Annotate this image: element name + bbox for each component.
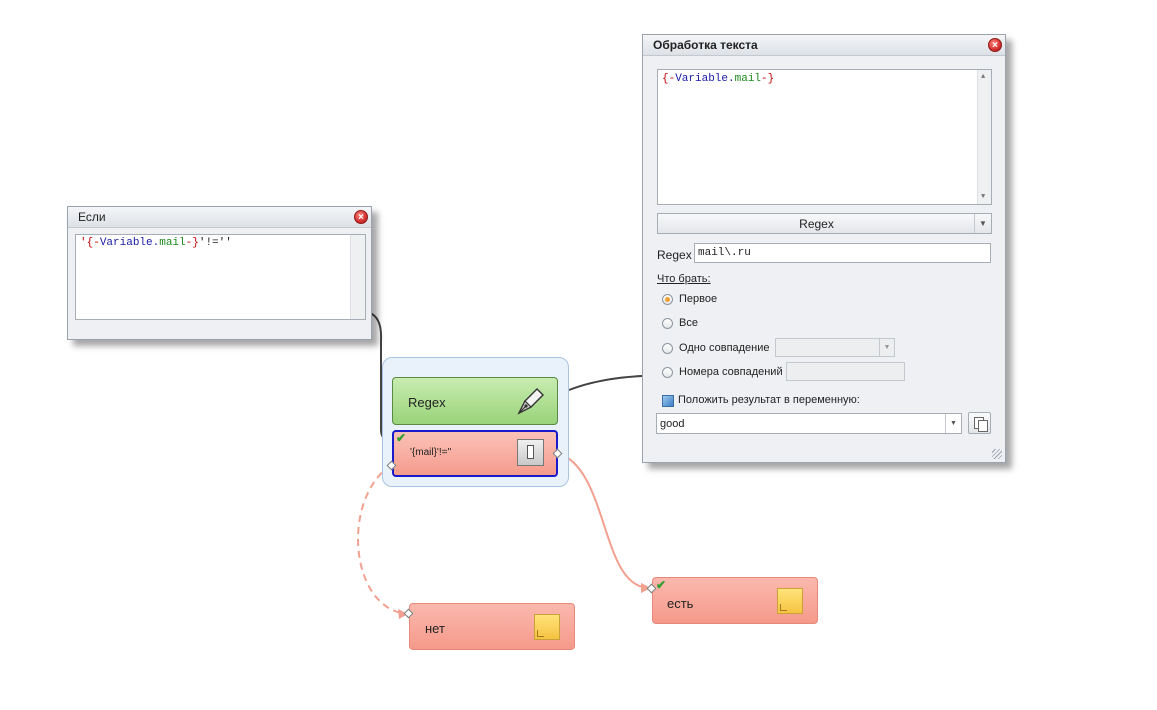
no-node[interactable]: нет <box>409 603 575 650</box>
mode-select[interactable]: Regex ▼ <box>657 213 992 234</box>
condition-editor-scrollbar[interactable] <box>350 235 365 319</box>
expr-open: {- <box>86 237 100 249</box>
radio-match-numbers[interactable] <box>662 367 673 378</box>
regex-input[interactable]: mail\.ru <box>694 243 991 263</box>
regex-node[interactable]: Regex <box>392 377 558 425</box>
condition-node[interactable]: ✔ '{mail}'!='' <box>392 430 558 477</box>
what-take-label: Что брать: <box>657 273 711 285</box>
condition-node-label: '{mail}'!='' <box>410 447 452 458</box>
chevron-down-icon[interactable]: ▼ <box>974 214 991 233</box>
condition-expression: '{-Variable.mail-}'!='' <box>76 235 365 251</box>
resize-grip-icon[interactable] <box>992 449 1002 459</box>
result-variable-combo[interactable]: good ▼ <box>656 413 962 434</box>
note-icon <box>777 588 803 614</box>
mode-select-value: Regex <box>799 217 834 231</box>
input-variable: Variable <box>675 73 729 85</box>
scroll-down-icon[interactable]: ▼ <box>981 193 985 201</box>
condition-expression-editor[interactable]: '{-Variable.mail-}'!='' <box>75 234 366 320</box>
copy-button[interactable] <box>968 412 991 434</box>
scroll-up-icon[interactable]: ▲ <box>981 73 985 81</box>
put-result-label: Положить результат в переменную: <box>678 394 860 406</box>
no-node-label: нет <box>425 621 445 636</box>
link-no-branch <box>357 464 409 615</box>
match-numbers-input[interactable] <box>786 362 905 381</box>
input-open: {- <box>662 73 676 85</box>
close-icon[interactable]: × <box>354 210 368 224</box>
link-yes-branch <box>557 452 652 590</box>
copy-icon-back <box>978 420 988 432</box>
text-processing-panel: Обработка текста × {-Variable.mail-} ▲ ▼… <box>642 34 1006 463</box>
regex-label: Regex <box>657 248 692 262</box>
check-icon: ✔ <box>396 431 407 445</box>
check-icon: ✔ <box>656 578 667 592</box>
yes-node[interactable]: ✔ есть <box>652 577 818 624</box>
input-mail: mail <box>734 73 762 85</box>
link-group-to-text-panel <box>568 375 643 391</box>
radio-match-numbers-label: Номера совпадений <box>679 366 783 378</box>
expr-quote: ' <box>80 237 87 249</box>
text-processing-title: Обработка текста <box>643 35 1005 56</box>
radio-all-label: Все <box>679 317 698 329</box>
pen-icon <box>517 388 544 415</box>
text-input-scrollbar[interactable]: ▲ ▼ <box>977 70 991 204</box>
condition-panel-title: Если <box>68 207 371 228</box>
close-icon[interactable]: × <box>988 38 1002 52</box>
radio-first-label: Первое <box>679 293 718 305</box>
regex-value: mail\.ru <box>698 247 751 259</box>
regex-node-label: Regex <box>408 395 446 410</box>
put-result-checkbox[interactable] <box>662 395 674 407</box>
chevron-down-icon[interactable]: ▼ <box>945 414 961 433</box>
expr-variable: Variable <box>99 237 153 249</box>
text-input-content: {-Variable.mail-} <box>658 70 991 88</box>
chevron-down-icon[interactable]: ▼ <box>879 339 894 356</box>
result-variable-value: good <box>660 418 685 430</box>
one-match-select[interactable]: ▼ <box>775 338 895 357</box>
note-icon <box>534 614 560 640</box>
switch-icon <box>517 439 544 466</box>
expr-close: -} <box>185 237 199 249</box>
expr-tail: '!='' <box>198 237 232 249</box>
input-dot: . <box>728 73 735 85</box>
expr-mail: mail <box>159 237 186 249</box>
yes-node-label: есть <box>667 596 694 611</box>
input-close: -} <box>761 73 775 85</box>
text-input-editor[interactable]: {-Variable.mail-} ▲ ▼ <box>657 69 992 205</box>
condition-panel: Если × '{-Variable.mail-}'!='' <box>67 206 372 340</box>
radio-one-match-label: Одно совпадение <box>679 342 770 354</box>
radio-first[interactable] <box>662 294 673 305</box>
radio-one-match[interactable] <box>662 343 673 354</box>
radio-all[interactable] <box>662 318 673 329</box>
